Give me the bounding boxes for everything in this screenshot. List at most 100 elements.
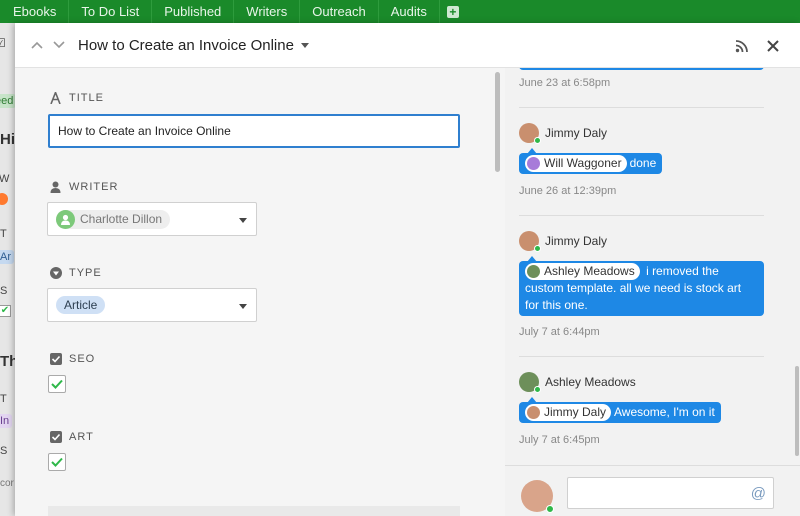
next-card-button[interactable] xyxy=(48,23,70,68)
comment-divider xyxy=(519,107,764,108)
mention-avatar xyxy=(527,406,540,420)
tab-published[interactable]: Published xyxy=(152,0,235,23)
board-tag: eed xyxy=(0,94,15,108)
tab-outreach[interactable]: Outreach xyxy=(300,0,379,23)
checkmark-icon xyxy=(51,379,63,389)
board-heading: Hi xyxy=(0,131,15,148)
writer-field-label: WRITER xyxy=(49,180,118,193)
mention-at-icon[interactable]: @ xyxy=(751,485,766,502)
type-chip: Article xyxy=(56,296,106,314)
board-avatar xyxy=(0,193,8,205)
seo-checkbox[interactable] xyxy=(48,375,66,393)
board-fragment: T xyxy=(0,393,7,405)
seo-label-text: SEO xyxy=(69,352,96,365)
mention-chip[interactable]: Ashley Meadows xyxy=(525,263,640,281)
comment-bubble: Jimmy Daly Awesome, I'm on it xyxy=(519,402,721,424)
comment-input[interactable]: @ xyxy=(567,477,774,509)
comment-bubble: Will Waggoner done xyxy=(519,153,663,175)
writer-chip: Charlotte Dillon xyxy=(56,209,171,229)
seo-field-label: SEO xyxy=(49,352,95,365)
comment-divider xyxy=(519,356,764,357)
board-check-icon: ☑ xyxy=(0,36,6,50)
board-fragment: W xyxy=(0,173,10,185)
art-field-label: ART xyxy=(49,430,94,443)
author-name: Ashley Meadows xyxy=(545,375,636,389)
card-detail-modal: How to Create an Invoice Online TITLE Ho… xyxy=(15,23,800,516)
user-avatar-icon xyxy=(56,209,75,229)
activity-pane: June 23 at 6:58pm Jimmy Daly Will Waggon… xyxy=(505,68,800,516)
board-fragment: S xyxy=(0,285,8,297)
comment-divider xyxy=(519,215,764,216)
comment-text: Awesome, I'm on it xyxy=(614,405,715,419)
checkbox-field-icon xyxy=(49,352,62,365)
add-tab-button[interactable]: + xyxy=(440,0,466,23)
writer-name: Charlotte Dillon xyxy=(80,212,163,226)
rss-icon[interactable] xyxy=(734,38,750,54)
board-tab-bar: Ebooks To Do List Published Writers Outr… xyxy=(0,0,800,23)
tab-to-do-list[interactable]: To Do List xyxy=(69,0,153,23)
online-status-dot xyxy=(534,137,541,144)
writer-label-text: WRITER xyxy=(69,180,119,193)
chevron-up-icon xyxy=(31,41,43,49)
art-label-text: ART xyxy=(69,430,94,443)
art-checkbox[interactable] xyxy=(48,453,66,471)
online-status-dot xyxy=(534,386,541,393)
board-checkbox: ✔ xyxy=(0,305,11,317)
board-tag: Ar xyxy=(0,250,14,264)
online-status-dot xyxy=(546,505,554,513)
board-fragment: cor xyxy=(0,478,14,489)
mention-name: Will Waggoner xyxy=(544,156,622,171)
modal-title[interactable]: How to Create an Invoice Online xyxy=(78,37,294,54)
comment-composer: @ xyxy=(505,465,800,516)
tab-writers[interactable]: Writers xyxy=(234,0,301,23)
close-icon[interactable] xyxy=(766,39,780,53)
current-user-avatar xyxy=(521,480,554,513)
title-input-value: How to Create an Invoice Online xyxy=(58,124,231,138)
comment-author: Ashley Meadows xyxy=(519,372,636,393)
mention-name: Jimmy Daly xyxy=(544,405,606,420)
previous-comment-bubble xyxy=(519,68,764,70)
comment-author: Jimmy Daly xyxy=(519,123,607,144)
comment-bubble: Ashley Meadows i removed the custom temp… xyxy=(519,261,764,317)
text-format-icon xyxy=(49,91,62,104)
type-label-text: TYPE xyxy=(69,266,102,279)
comment-timestamp: June 26 at 12:39pm xyxy=(519,185,617,197)
chevron-down-icon xyxy=(53,41,65,49)
title-field-label: TITLE xyxy=(49,91,104,104)
writer-select[interactable]: Charlotte Dillon xyxy=(47,202,257,236)
comment-text: done xyxy=(629,156,657,170)
board-tag: In xyxy=(0,414,13,428)
previous-card-button[interactable] xyxy=(26,23,48,68)
activity-scrollbar[interactable] xyxy=(795,366,799,456)
caret-down-icon[interactable] xyxy=(300,42,309,48)
mention-avatar xyxy=(527,157,540,171)
comment-author: Jimmy Daly xyxy=(519,231,607,252)
dropdown-caret-icon xyxy=(239,304,247,309)
person-icon xyxy=(49,180,62,193)
comment-timestamp: June 23 at 6:58pm xyxy=(519,77,611,89)
title-input[interactable]: How to Create an Invoice Online xyxy=(48,114,460,148)
tab-audits[interactable]: Audits xyxy=(379,0,440,23)
user-avatar xyxy=(519,123,541,144)
mention-chip[interactable]: Jimmy Daly xyxy=(525,404,611,422)
tab-ebooks[interactable]: Ebooks xyxy=(0,0,70,23)
board-fragment: S xyxy=(0,445,8,457)
author-name: Jimmy Daly xyxy=(545,234,607,248)
type-select[interactable]: Article xyxy=(47,288,257,322)
comment-timestamp: July 7 at 6:44pm xyxy=(519,326,600,338)
plus-square-icon: + xyxy=(446,5,459,18)
title-label-text: TITLE xyxy=(69,91,104,104)
left-scrollbar[interactable] xyxy=(495,72,500,172)
type-field-label: TYPE xyxy=(49,266,102,279)
dropdown-caret-icon xyxy=(239,218,247,223)
user-avatar xyxy=(519,231,541,252)
online-status-dot xyxy=(534,245,541,252)
board-fragment: T xyxy=(0,228,7,240)
background-board: ☑ eed Hi W T Ar S ✔ Th T In S cor xyxy=(0,23,15,516)
mention-chip[interactable]: Will Waggoner xyxy=(525,155,627,173)
next-field-block xyxy=(48,506,460,516)
checkbox-field-icon xyxy=(49,430,62,443)
mention-avatar xyxy=(527,265,540,279)
checkmark-icon xyxy=(51,457,63,467)
author-name: Jimmy Daly xyxy=(545,126,607,140)
